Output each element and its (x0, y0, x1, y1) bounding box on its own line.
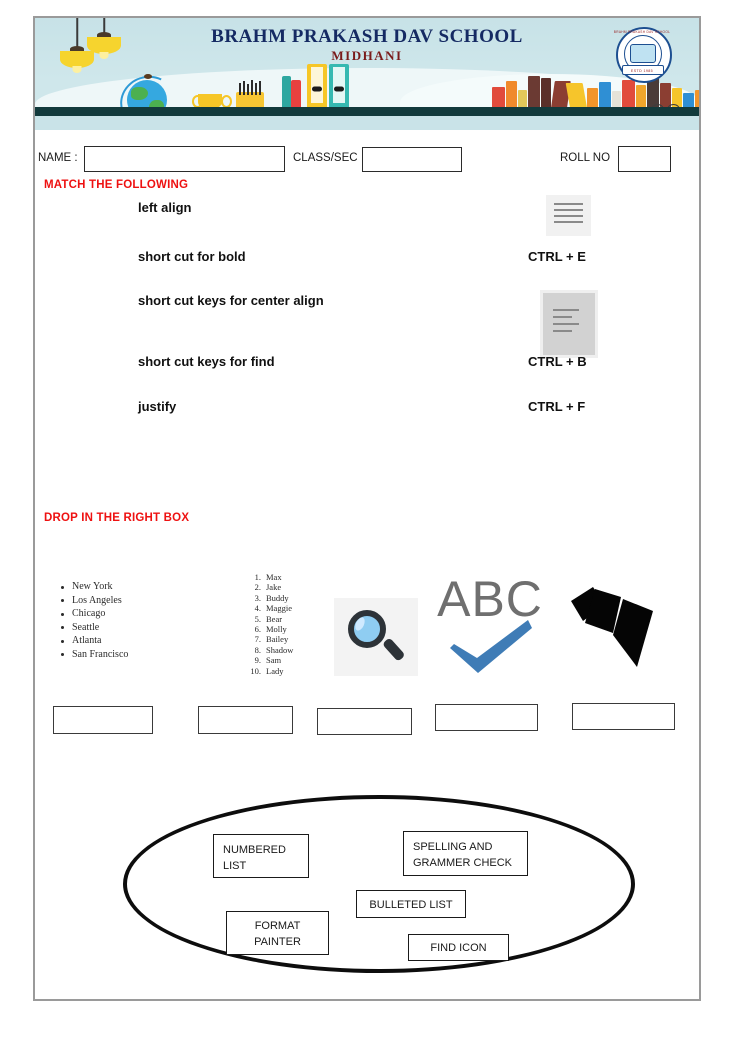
answer-box-1[interactable] (198, 706, 293, 734)
list-item: 10. Lady (250, 665, 284, 676)
bulleted-list-sample: New York Los Angeles Chicago Seattle Atl… (58, 580, 128, 661)
list-item: New York (58, 580, 128, 594)
align-left-icon (540, 290, 598, 358)
list-item: 9. Sam (254, 655, 282, 666)
word-box-line-2: GRAMMER CHECK (413, 857, 513, 869)
answer-box-2[interactable] (317, 708, 412, 735)
word-box-line-1: FORMAT (254, 920, 301, 932)
list-item: 3. Buddy (254, 592, 289, 603)
school-logo-seal-icon: BRAHM PRAKASH DAV SCHOOL ESTD 1985 (613, 27, 672, 83)
match-left-item-2: short cut keys for center align (138, 293, 324, 308)
list-item: Seattle (58, 621, 128, 635)
match-right-item-1: CTRL + E (528, 249, 586, 264)
banner-bottom-band (35, 116, 699, 130)
word-bank-ellipse (123, 795, 635, 973)
answer-box-4[interactable] (572, 703, 675, 730)
word-box-line-1: FIND ICON (430, 942, 487, 954)
binder-icon-cyan (329, 64, 349, 113)
binder-icon-yellow (307, 64, 327, 113)
answer-box-3[interactable] (435, 704, 538, 731)
match-right-item-4: CTRL + F (528, 399, 586, 414)
list-item: 5. Bear (254, 613, 283, 624)
drop-section-heading: DROP IN THE RIGHT BOX (44, 512, 190, 524)
word-box-line-1: NUMBERED (223, 844, 286, 856)
answer-box-0[interactable] (53, 706, 153, 734)
list-item: San Francisco (58, 648, 128, 662)
class-input[interactable] (362, 147, 462, 172)
roll-input[interactable] (618, 146, 671, 172)
word-box-find-icon[interactable]: FIND ICON (408, 934, 509, 961)
word-box-line-2: PAINTER (254, 936, 301, 948)
match-left-item-3: short cut keys for find (138, 354, 275, 369)
blue-check-mark-icon (450, 620, 532, 673)
student-info-row: NAME : CLASS/SEC ROLL NO (33, 146, 701, 174)
format-painter-brush-icon (565, 575, 661, 673)
banner-floor-strip (35, 107, 699, 116)
word-box-spelling-grammer-check[interactable]: SPELLING AND GRAMMER CHECK (403, 831, 528, 876)
word-box-line-1: SPELLING AND (413, 841, 493, 853)
find-magnifier-icon (334, 598, 418, 676)
word-box-bulleted-list[interactable]: BULLETED LIST (356, 890, 466, 918)
match-left-item-0: left align (138, 200, 192, 215)
name-label: NAME : (38, 152, 78, 164)
list-item: Atlanta (58, 634, 128, 648)
match-left-item-4: justify (138, 399, 177, 414)
list-item: 7. Bailey (254, 634, 289, 645)
logo-top-text: BRAHM PRAKASH DAV SCHOOL (613, 30, 671, 34)
list-item: 6. Molly (254, 624, 287, 635)
match-left-item-1: short cut for bold (138, 249, 246, 264)
match-section-heading: MATCH THE FOLLOWING (44, 179, 189, 191)
word-box-line-1: BULLETED LIST (369, 899, 453, 911)
word-box-numbered-list[interactable]: NUMBERED LIST (213, 834, 309, 878)
list-item: 8. Shadow (254, 644, 294, 655)
list-item: Los Angeles (58, 594, 128, 608)
numbered-list-sample: 1. Max 2. Jake 3. Buddy 4. Maggie 5. Bear 6. M… (246, 572, 293, 676)
list-item: 1. Max (254, 572, 282, 582)
list-item: 2. Jake (254, 582, 282, 593)
align-justify-icon (546, 195, 591, 236)
word-box-line-2: LIST (223, 860, 247, 872)
list-item: Chicago (58, 607, 128, 621)
school-header-banner: BRAHM PRAKASH DAV SCHOOL MIDHANI (35, 18, 699, 130)
roll-label: ROLL NO (560, 152, 611, 164)
name-input[interactable] (84, 146, 285, 172)
match-right-item-3: CTRL + B (528, 354, 587, 369)
spelling-grammar-abc-check-icon: ABC (430, 570, 550, 676)
class-label: CLASS/SEC (293, 152, 358, 164)
school-branch-subtitle: MIDHANI (331, 48, 403, 63)
list-item: 4. Maggie (254, 603, 292, 614)
school-name-title: BRAHM PRAKASH DAV SCHOOL (211, 26, 523, 47)
word-box-format-painter[interactable]: FORMAT PAINTER (226, 911, 329, 955)
logo-bottom-text: ESTD 1985 (630, 69, 654, 73)
